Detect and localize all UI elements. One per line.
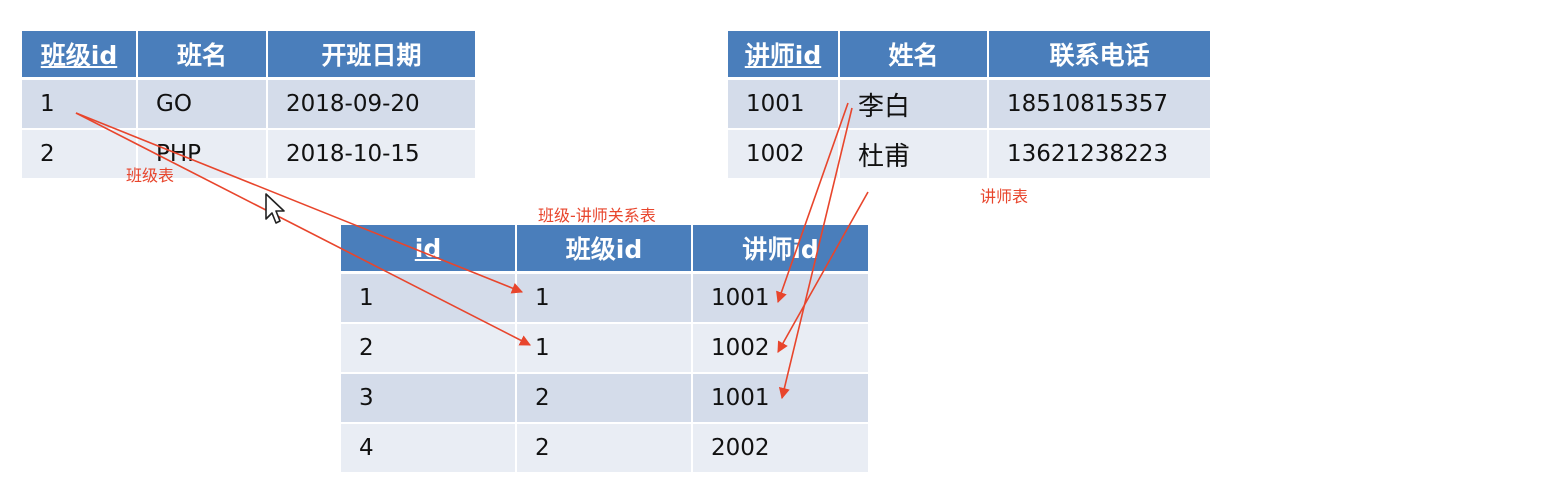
table-row: 1001 李白 18510815357 xyxy=(728,78,1210,130)
table-cell: 2018-09-20 xyxy=(267,78,475,130)
table-cell: 1 xyxy=(22,78,138,130)
class-table: 班级id 班名 开班日期 1 GO 2018-09-20 2 PHP 2018-… xyxy=(22,31,475,180)
class-table-header-start-date: 开班日期 xyxy=(267,31,475,80)
teacher-table-header-name: 姓名 xyxy=(839,31,989,80)
relation-table-header-id: id xyxy=(341,225,517,274)
relation-table-header-row: id 班级id 讲师id xyxy=(341,225,868,274)
table-cell: 4 xyxy=(341,423,517,474)
table-cell: 2 xyxy=(516,373,693,424)
table-cell: 2018-10-15 xyxy=(267,129,475,180)
class-table-header-class-id: 班级id xyxy=(22,31,138,80)
table-cell: 2 xyxy=(341,323,517,374)
table-cell: 杜甫 xyxy=(839,129,989,180)
class-table-label: 班级表 xyxy=(126,166,175,185)
table-cell: 2 xyxy=(516,423,693,474)
table-row: 4 2 2002 xyxy=(341,423,868,474)
table-cell: 1 xyxy=(516,272,693,324)
table-cell: 1002 xyxy=(728,129,840,180)
table-cell: 1 xyxy=(516,323,693,374)
table-row: 2 PHP 2018-10-15 xyxy=(22,129,475,180)
relation-table: id 班级id 讲师id 1 1 1001 2 1 1002 3 2 1001 … xyxy=(341,225,868,474)
table-cell: 2 xyxy=(22,129,138,180)
mouse-pointer-icon xyxy=(265,193,285,224)
table-cell: 2002 xyxy=(692,423,868,474)
teacher-table-header-phone: 联系电话 xyxy=(988,31,1210,80)
relation-table-label: 班级-讲师关系表 xyxy=(538,206,656,225)
table-cell: 3 xyxy=(341,373,517,424)
table-row: 1002 杜甫 13621238223 xyxy=(728,129,1210,180)
table-cell: 1001 xyxy=(692,373,868,424)
relation-table-header-class-id: 班级id xyxy=(516,225,693,274)
table-cell: 1001 xyxy=(692,272,868,324)
table-cell: 13621238223 xyxy=(988,129,1210,180)
teacher-table: 讲师id 姓名 联系电话 1001 李白 18510815357 1002 杜甫… xyxy=(728,31,1210,180)
class-table-header-row: 班级id 班名 开班日期 xyxy=(22,31,475,80)
teacher-table-label: 讲师表 xyxy=(980,187,1029,206)
relation-table-header-teacher-id: 讲师id xyxy=(692,225,868,274)
table-cell: 1002 xyxy=(692,323,868,374)
teacher-table-header-teacher-id: 讲师id xyxy=(728,31,840,80)
table-row: 1 GO 2018-09-20 xyxy=(22,78,475,130)
table-cell: 1001 xyxy=(728,78,840,130)
teacher-table-header-row: 讲师id 姓名 联系电话 xyxy=(728,31,1210,80)
table-cell: 1 xyxy=(341,272,517,324)
table-cell: GO xyxy=(137,78,268,130)
table-row: 1 1 1001 xyxy=(341,272,868,324)
table-row: 3 2 1001 xyxy=(341,373,868,424)
table-cell: 李白 xyxy=(839,78,989,130)
table-cell: 18510815357 xyxy=(988,78,1210,130)
class-table-header-class-name: 班名 xyxy=(137,31,268,80)
table-row: 2 1 1002 xyxy=(341,323,868,374)
